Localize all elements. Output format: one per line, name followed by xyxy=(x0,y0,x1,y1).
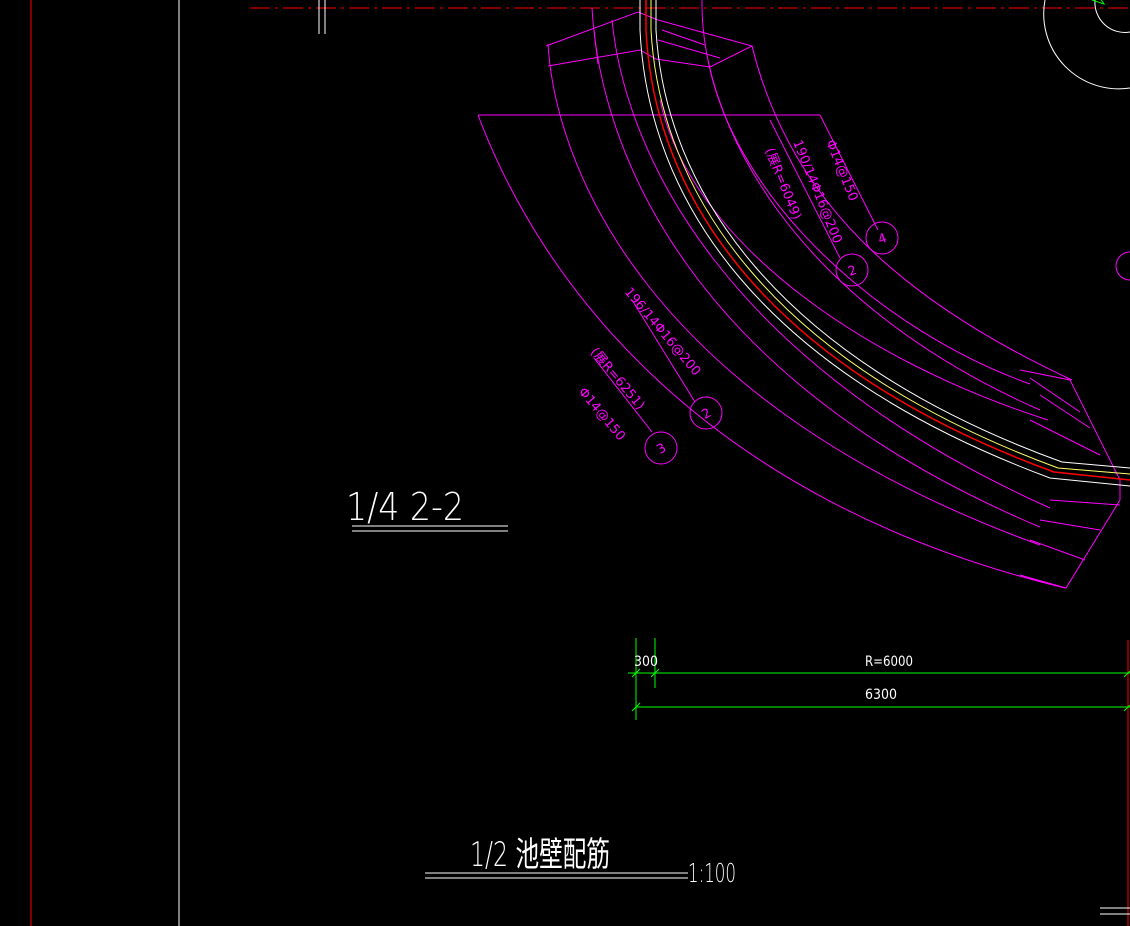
bottom-bracket-t4 xyxy=(1039,519,1101,531)
white-circle-corner xyxy=(1043,0,1130,90)
band-arc-3 xyxy=(611,19,1051,509)
frame-lines xyxy=(30,0,1130,926)
dim-radius-label: R=6000 xyxy=(865,654,913,670)
bottom-bracket-t6 xyxy=(1049,499,1121,506)
outer-rebar-label: 196/14Φ16@200 xyxy=(621,285,703,379)
inner-markers: 4 2 xyxy=(835,221,899,287)
bottom-bracket-t5 xyxy=(1029,539,1086,561)
bottom-bracket xyxy=(1019,369,1121,589)
outer-marker-bottom: 3 xyxy=(654,441,669,458)
dimension-text-group: 300 R=6000 6300 xyxy=(634,654,913,703)
top-bracket-tick-3 xyxy=(657,39,721,59)
cad-drawing-canvas: Φ14@150 190/14Φ16@200 (展R=6049) 4 2 196/… xyxy=(30,0,1130,926)
rebar-bands xyxy=(477,0,1121,589)
inner-spacing-label: Φ14@150 xyxy=(822,138,860,204)
magenta-edge-circle xyxy=(1115,251,1130,281)
outer-marker-top: 2 xyxy=(699,406,714,423)
band-arc-5 xyxy=(707,59,1031,385)
bottom-bracket-t1 xyxy=(1029,377,1081,413)
green-mark-top-right xyxy=(1091,0,1106,5)
drawing-title-group: 1/2 池壁配筋 1:100 xyxy=(425,835,736,889)
section-title: 1/4 2-2 xyxy=(346,485,464,529)
bottom-bracket-t3 xyxy=(1029,419,1101,456)
band-arc-4 xyxy=(701,0,1041,411)
wall-red xyxy=(645,0,1130,481)
outer-markers: 2 3 xyxy=(644,396,723,465)
section-title-group: 1/4 2-2 xyxy=(346,485,508,532)
inner-rebar-labels: Φ14@150 190/14Φ16@200 (展R=6049) xyxy=(761,138,860,246)
dim-total-label: 6300 xyxy=(865,687,897,703)
dimension-group xyxy=(628,638,1130,720)
outer-arc xyxy=(477,114,1066,589)
inner-marker-top: 4 xyxy=(876,231,889,248)
outer-rebar-labels: 196/14Φ16@200 (展R=6251) Φ14@150 xyxy=(575,285,703,444)
drawing-title: 1/2 池壁配筋 xyxy=(470,835,610,875)
dim-tick-5 xyxy=(1123,704,1130,712)
bottom-bracket-t2 xyxy=(1039,394,1091,429)
dim-tick-4 xyxy=(1123,670,1130,678)
dim-small-label: 300 xyxy=(634,654,658,670)
white-arc-inner xyxy=(1094,0,1130,33)
drawing-scale: 1:100 xyxy=(688,859,736,889)
